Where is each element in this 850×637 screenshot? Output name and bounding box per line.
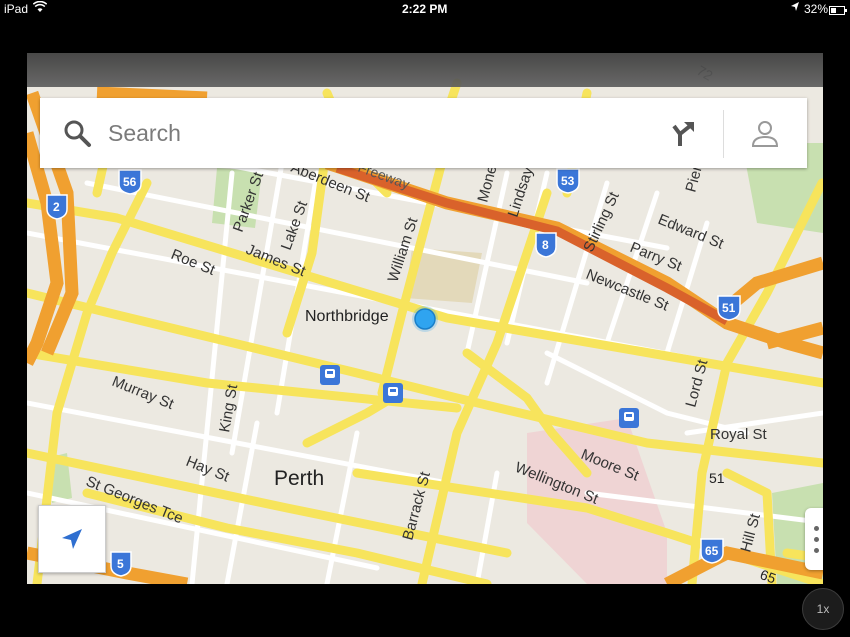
train-station-icon[interactable] xyxy=(320,365,340,385)
search-bar-divider xyxy=(723,110,724,158)
search-bar[interactable] xyxy=(40,98,807,168)
road-number: 51 xyxy=(709,470,725,486)
svg-text:5: 5 xyxy=(117,557,124,571)
neighborhood-label-perth: Perth xyxy=(274,467,324,490)
train-station-icon[interactable] xyxy=(383,383,403,403)
menu-dot xyxy=(814,548,819,553)
route-shield: 8 xyxy=(535,232,557,258)
search-input[interactable] xyxy=(108,114,578,152)
location-services-icon xyxy=(790,1,800,16)
clock: 2:22 PM xyxy=(402,2,448,16)
svg-text:2: 2 xyxy=(53,200,60,214)
my-location-button[interactable] xyxy=(38,505,106,573)
navigation-arrow-icon xyxy=(62,529,82,549)
account-icon[interactable] xyxy=(749,118,781,150)
map-top-shade xyxy=(27,53,823,87)
train-station-icon[interactable] xyxy=(619,408,639,428)
route-shield: 5 xyxy=(110,551,132,577)
directions-icon[interactable] xyxy=(668,118,700,150)
my-location-dot xyxy=(414,308,436,330)
route-shield: 65 xyxy=(700,538,724,564)
wifi-icon xyxy=(32,0,48,16)
svg-text:8: 8 xyxy=(542,238,549,252)
neighborhood-label-northbridge: Northbridge xyxy=(305,308,389,325)
battery-percent: 32% xyxy=(804,2,829,16)
route-shield: 56 xyxy=(118,169,142,195)
menu-dot xyxy=(814,526,819,531)
route-shield: 2 xyxy=(46,194,68,220)
menu-handle[interactable] xyxy=(805,508,823,570)
map-view[interactable]: Parker St Aberdeen St Lake St James St R… xyxy=(27,53,823,584)
zoom-level-button[interactable]: 1x xyxy=(802,588,844,630)
svg-text:56: 56 xyxy=(123,175,137,189)
svg-text:53: 53 xyxy=(561,174,575,188)
svg-text:51: 51 xyxy=(722,301,736,315)
search-icon[interactable] xyxy=(62,118,92,148)
status-bar: iPad 2:22 PM 32% xyxy=(0,0,850,18)
device-name: iPad xyxy=(4,2,29,16)
menu-dot xyxy=(814,537,819,542)
route-shield: 53 xyxy=(556,168,580,194)
svg-text:65: 65 xyxy=(705,544,719,558)
street-label: Royal St xyxy=(710,426,768,443)
route-shield: 51 xyxy=(717,295,741,321)
battery-icon xyxy=(829,4,847,18)
